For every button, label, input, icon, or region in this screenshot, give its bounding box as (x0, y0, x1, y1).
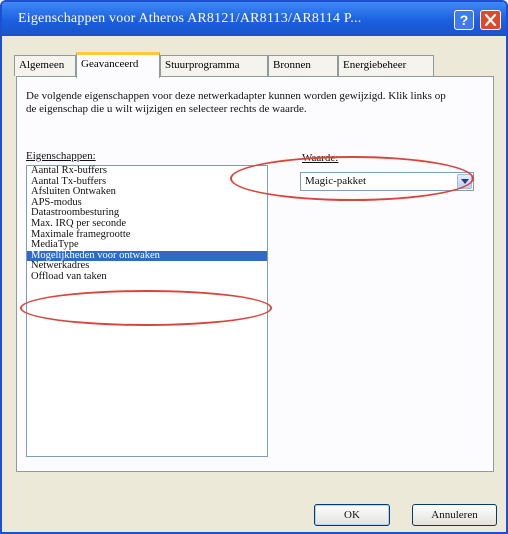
list-item[interactable]: Max. IRQ per seconde (27, 218, 267, 230)
close-button[interactable] (480, 10, 501, 30)
tab-resources[interactable]: Bronnen (268, 55, 338, 76)
ok-button[interactable]: OK (314, 504, 390, 526)
tab-advanced[interactable]: Geavanceerd (76, 52, 160, 78)
close-icon (484, 14, 497, 26)
window-title: Eigenschappen voor Atheros AR8121/AR8113… (18, 11, 362, 26)
tab-driver[interactable]: Stuurprogramma (160, 55, 268, 76)
properties-dialog: Eigenschappen voor Atheros AR8121/AR8113… (0, 0, 508, 534)
list-item[interactable]: Offload van taken (27, 271, 267, 283)
cancel-button[interactable]: Annuleren (412, 504, 497, 526)
properties-label: Eigenschappen: (26, 150, 96, 162)
value-highlight-ellipse (230, 156, 474, 201)
property-highlight-ellipse (20, 290, 272, 326)
help-button[interactable]: ? (454, 10, 474, 30)
title-bar[interactable]: Eigenschappen voor Atheros AR8121/AR8113… (2, 2, 506, 36)
tab-general[interactable]: Algemeen (14, 55, 76, 76)
tab-power-management[interactable]: Energiebeheer (338, 55, 434, 76)
description-text: De volgende eigenschappen voor deze netw… (26, 90, 446, 115)
